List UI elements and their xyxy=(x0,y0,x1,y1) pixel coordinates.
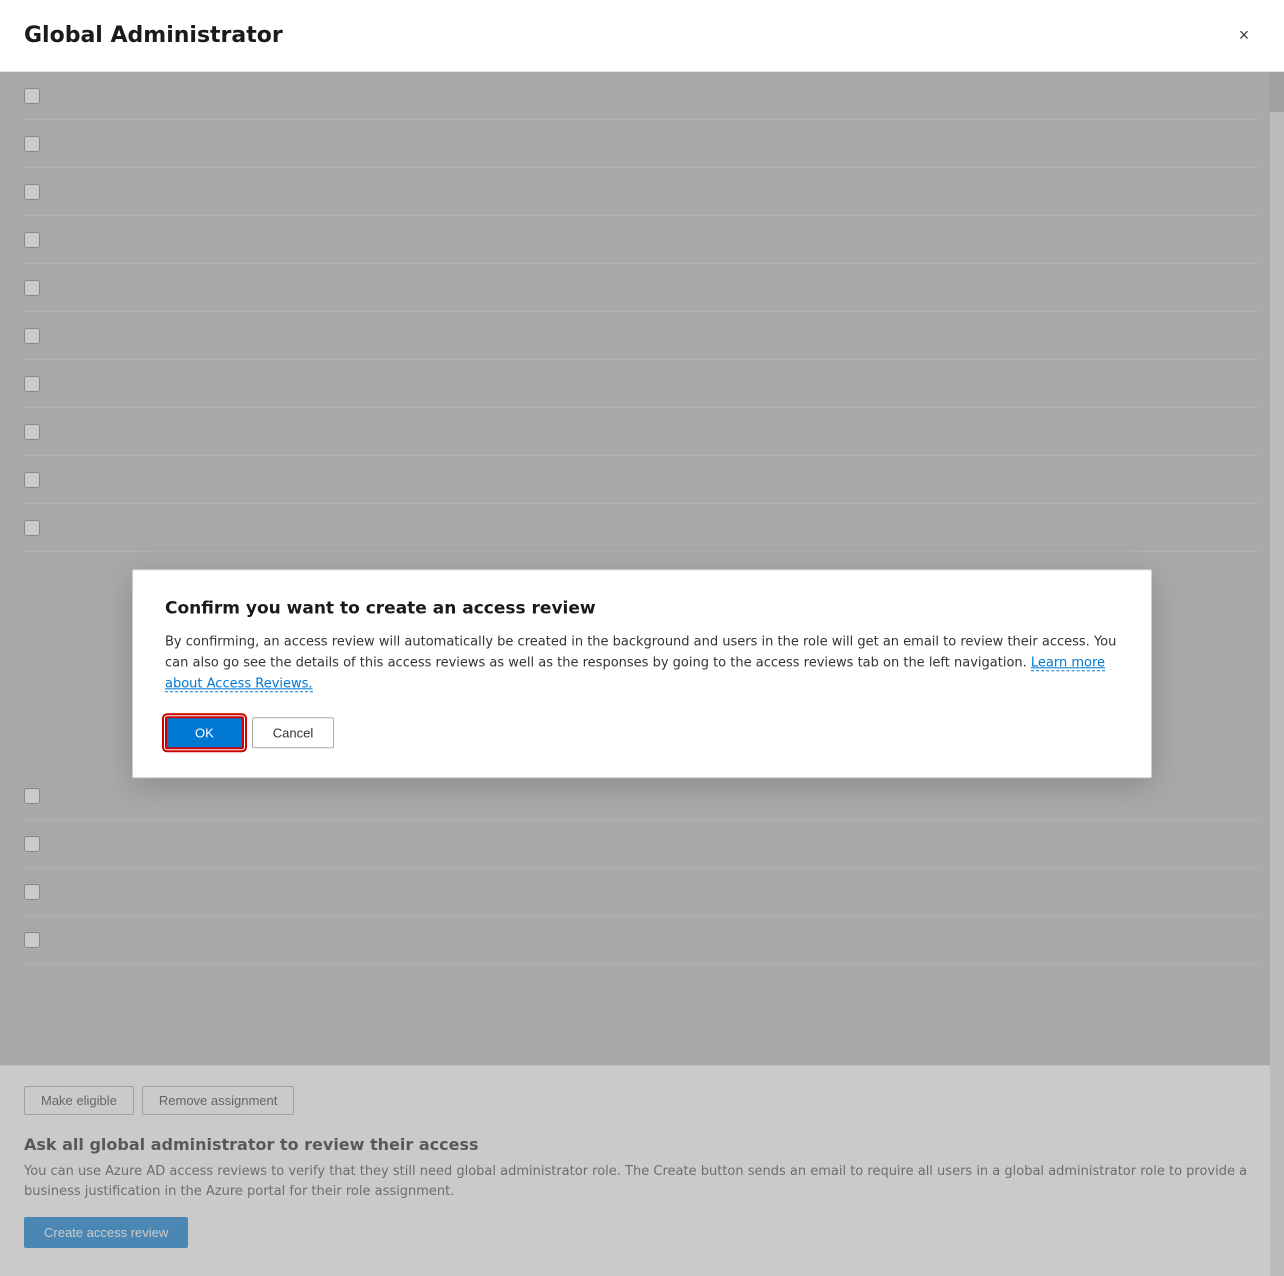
confirm-dialog: Confirm you want to create an access rev… xyxy=(132,569,1152,778)
close-button[interactable]: × xyxy=(1228,20,1260,52)
dialog-actions: OK Cancel xyxy=(165,717,1119,750)
dialog-title: Confirm you want to create an access rev… xyxy=(165,598,1119,618)
content-area: Make eligible Remove assignment Ask all … xyxy=(0,72,1284,1276)
title-bar: Global Administrator × xyxy=(0,0,1284,72)
dialog-body-text: By confirming, an access review will aut… xyxy=(165,634,1116,670)
panel-title: Global Administrator xyxy=(24,23,283,48)
dialog-cancel-button[interactable]: Cancel xyxy=(252,718,334,749)
main-panel: Global Administrator × xyxy=(0,0,1284,1276)
dialog-body: By confirming, an access review will aut… xyxy=(165,632,1119,694)
dialog-ok-button[interactable]: OK xyxy=(165,717,244,750)
